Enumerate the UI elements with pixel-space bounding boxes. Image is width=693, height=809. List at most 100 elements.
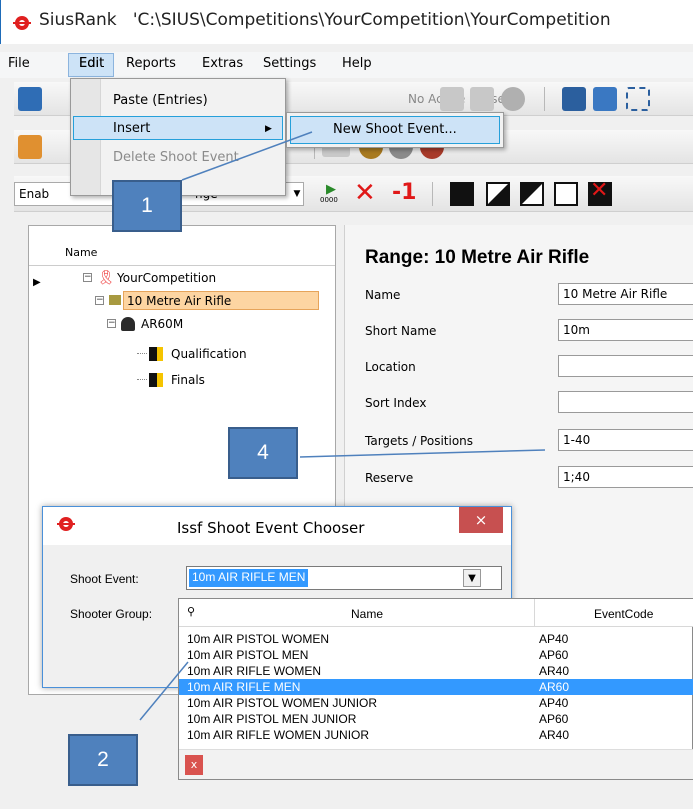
tree-label-qualification: Qualification: [171, 347, 247, 361]
phase-icon: [149, 347, 163, 361]
name-field[interactable]: 10 Metre Air Rifle: [558, 283, 693, 305]
red-x-icon: ✕: [590, 178, 609, 203]
selection-icon[interactable]: [626, 87, 650, 111]
list-item[interactable]: 10m AIR RIFLE WOMEN AR40: [179, 663, 693, 679]
list-item-code: AP60: [539, 712, 569, 726]
menu-item-insert[interactable]: Insert: [113, 121, 150, 136]
field-label-name: Name: [365, 288, 401, 302]
list-item-code: AR40: [539, 728, 570, 742]
tree-header-name: Name: [65, 246, 98, 259]
menu-file[interactable]: File: [8, 56, 30, 71]
siusrank-logo-icon: [57, 517, 75, 531]
tree-label-finals: Finals: [171, 373, 205, 387]
dialog-title-bar: Issf Shoot Event Chooser ×: [43, 507, 511, 545]
white-square-icon[interactable]: [554, 182, 578, 206]
reserve-field[interactable]: 1;40: [558, 466, 693, 488]
shooter-group-label: Shooter Group:: [70, 607, 153, 621]
shoot-event-value: 10m AIR RIFLE MEN: [189, 569, 309, 587]
dialog-close-button[interactable]: ×: [459, 507, 503, 533]
field-label-sort-index: Sort Index: [365, 396, 427, 410]
tree-connector: [137, 353, 147, 354]
collapse-icon[interactable]: −: [95, 296, 104, 305]
list-item-name: 10m AIR PISTOL MEN: [187, 648, 309, 662]
menu-edit[interactable]: Edit: [79, 56, 104, 71]
column-header-name[interactable]: Name: [351, 607, 383, 621]
shooters-icon[interactable]: [501, 87, 525, 111]
list-item-code: AR40: [539, 664, 570, 678]
shoot-event-label: Shoot Event:: [70, 572, 139, 586]
shoot-event-select[interactable]: 10m AIR RIFLE MEN ▼: [186, 566, 502, 590]
add-phase-icon[interactable]: [440, 87, 464, 111]
callout-1: 1: [112, 180, 182, 232]
invalid-shot-icon[interactable]: ✕: [588, 178, 612, 206]
counter-label: 0000: [320, 196, 338, 204]
list-item[interactable]: 10m AIR RIFLE MEN AR60: [179, 679, 693, 695]
tree-connector: [137, 379, 147, 380]
list-item-code: AP40: [539, 632, 569, 646]
half-black-icon[interactable]: [486, 182, 510, 206]
list-item-code: AP60: [539, 648, 569, 662]
minus-one-button[interactable]: -1: [392, 180, 416, 205]
black-square-icon[interactable]: [450, 182, 474, 206]
clear-selection-button[interactable]: x: [185, 755, 203, 775]
menu-item-paste-entries[interactable]: Paste (Entries): [113, 93, 208, 108]
counter-icon[interactable]: ▶ 0000: [320, 182, 344, 206]
window-title: SiusRank 'C:\SIUS\Competitions\YourCompe…: [39, 10, 611, 30]
list-item[interactable]: 10m AIR RIFLE WOMEN JUNIOR AR40: [179, 727, 693, 743]
edit-menu: Paste (Entries) Insert ▶ Delete Shoot Ev…: [70, 78, 286, 196]
list-item-name: 10m AIR RIFLE WOMEN: [187, 664, 322, 678]
field-label-reserve: Reserve: [365, 471, 414, 485]
current-row-arrow-icon: ▶: [33, 277, 41, 288]
collapse-icon[interactable]: −: [83, 273, 92, 282]
save-icon[interactable]: [18, 87, 42, 111]
ribbon-icon: 🎗: [97, 270, 115, 286]
window-path: 'C:\SIUS\Competitions\YourCompetition\Yo…: [132, 10, 611, 30]
event-icon: [121, 317, 135, 331]
collapse-icon[interactable]: −: [107, 319, 116, 328]
monitor-icon[interactable]: [562, 87, 586, 111]
target-icon[interactable]: [593, 87, 617, 111]
field-label-location: Location: [365, 360, 416, 374]
siusrank-logo-icon: [13, 16, 31, 30]
event-list-popup: ⚲ Name EventCode 10m AIR PISTOL WOMEN AP4…: [178, 598, 693, 780]
column-divider: [534, 599, 535, 627]
list-item[interactable]: 10m AIR PISTOL MEN AP60: [179, 647, 693, 663]
event-list-header: ⚲ Name EventCode: [179, 599, 693, 627]
half-white-icon[interactable]: [520, 182, 544, 206]
list-item-code: AR60: [539, 680, 570, 694]
toolbar-separator: [544, 87, 545, 111]
add-event-icon[interactable]: [470, 87, 494, 111]
sort-index-field[interactable]: [558, 391, 693, 413]
detail-heading: Range: 10 Metre Air Rifle: [365, 247, 590, 268]
range-icon: [109, 295, 121, 305]
list-item[interactable]: 10m AIR PISTOL MEN JUNIOR AP60: [179, 711, 693, 727]
chevron-down-icon[interactable]: ▼: [291, 184, 303, 204]
menu-reports[interactable]: Reports: [126, 56, 176, 71]
dialog-title: Issf Shoot Event Chooser: [177, 519, 365, 537]
hand-icon[interactable]: [18, 135, 42, 159]
short-name-field[interactable]: 10m: [558, 319, 693, 341]
list-item-name: 10m AIR RIFLE MEN: [187, 680, 301, 694]
callout-4: 4: [228, 427, 298, 479]
list-item-name: 10m AIR PISTOL WOMEN: [187, 632, 330, 646]
location-field[interactable]: [558, 355, 693, 377]
enable-label: Enab: [19, 187, 50, 201]
menu-extras[interactable]: Extras: [202, 56, 243, 71]
binoculars-icon[interactable]: ⚲: [187, 605, 195, 618]
run-arrow-icon: ▶: [326, 182, 336, 197]
list-item-code: AP40: [539, 696, 569, 710]
column-header-eventcode[interactable]: EventCode: [594, 607, 653, 621]
delete-shot-icon[interactable]: ✕: [354, 178, 376, 208]
targets-field[interactable]: 1-40: [558, 429, 693, 451]
event-list-footer: x: [179, 749, 693, 779]
menu-help[interactable]: Help: [342, 56, 372, 71]
list-item[interactable]: 10m AIR PISTOL WOMEN JUNIOR AP40: [179, 695, 693, 711]
chevron-down-icon[interactable]: ▼: [463, 569, 481, 587]
tree-header: Name: [29, 226, 335, 266]
menu-item-new-shoot-event[interactable]: New Shoot Event...: [333, 122, 457, 137]
phase-icon: [149, 373, 163, 387]
title-bar: SiusRank 'C:\SIUS\Competitions\YourCompe…: [0, 0, 693, 44]
list-item[interactable]: 10m AIR PISTOL WOMEN AP40: [179, 631, 693, 647]
field-label-targets: Targets / Positions: [365, 434, 474, 448]
menu-settings[interactable]: Settings: [263, 56, 316, 71]
